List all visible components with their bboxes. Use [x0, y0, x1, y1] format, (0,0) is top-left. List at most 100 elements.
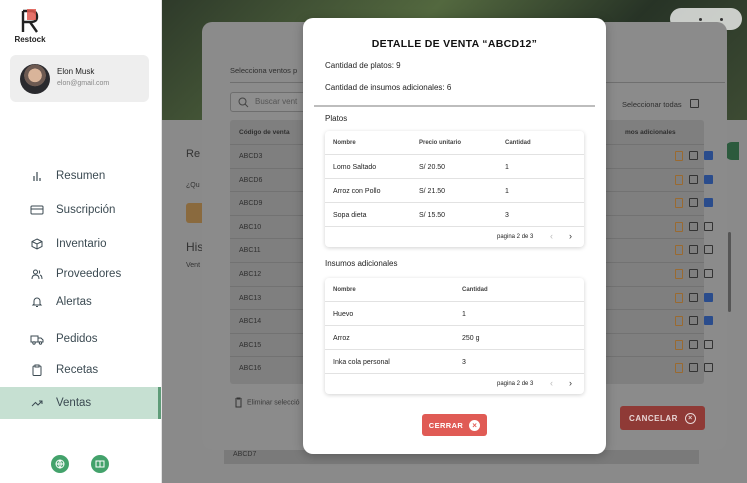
- chevron-right-icon[interactable]: ›: [569, 378, 572, 388]
- document-icon[interactable]: [675, 339, 683, 350]
- row-checkbox[interactable]: [704, 151, 713, 160]
- sidebar-item-suscripcion[interactable]: Suscripción: [0, 199, 161, 221]
- edit-icon[interactable]: [689, 198, 698, 208]
- section-question: ¿Qu: [186, 182, 200, 189]
- row-actions: [675, 151, 713, 161]
- edit-icon[interactable]: [689, 174, 698, 184]
- row-checkbox[interactable]: [704, 245, 713, 255]
- table-row: Huevo 1: [325, 302, 584, 326]
- dish-price: S/ 20.50: [419, 164, 446, 171]
- document-icon[interactable]: [675, 292, 683, 303]
- table-row: Lomo Saltado S/ 20.50 1: [325, 155, 584, 179]
- close-icon: ×: [469, 419, 481, 431]
- row-checkbox[interactable]: [704, 221, 713, 231]
- history-heading: His: [186, 240, 204, 254]
- row-checkbox[interactable]: [704, 339, 713, 349]
- document-icon[interactable]: [675, 221, 683, 232]
- chevron-left-icon[interactable]: ‹: [550, 378, 553, 388]
- sidebar-bottom-actions: [51, 455, 109, 473]
- document-icon[interactable]: [675, 316, 683, 327]
- row-checkbox[interactable]: [704, 269, 713, 278]
- background-button: [186, 203, 202, 223]
- close-circle-icon: ×: [684, 412, 696, 424]
- sale-code: ABC14: [239, 318, 262, 326]
- sale-detail-modal: DETALLE DE VENTA “ABCD12” Cantidad de pl…: [303, 18, 606, 454]
- edit-icon[interactable]: [689, 363, 698, 373]
- page-indicator: pagina 2 de 3: [497, 381, 534, 387]
- sidebar-item-proveedores[interactable]: Proveedores: [0, 263, 161, 285]
- chevron-left-icon[interactable]: ‹: [550, 231, 553, 241]
- sidebar-item-label: Alertas: [56, 296, 92, 308]
- globe-icon[interactable]: [51, 455, 69, 473]
- sale-code: ABC13: [239, 294, 262, 302]
- row-checkbox[interactable]: [704, 292, 713, 302]
- cancel-button[interactable]: CANCELAR ×: [620, 406, 705, 430]
- table-row: Arroz con Pollo S/ 21.50 1: [325, 179, 584, 203]
- row-checkbox[interactable]: [704, 174, 713, 184]
- sidebar-item-resumen[interactable]: Resumen: [0, 165, 161, 187]
- document-icon[interactable]: [675, 198, 683, 209]
- sidebar-item-label: Resumen: [56, 170, 106, 182]
- document-icon[interactable]: [675, 245, 683, 256]
- edit-icon[interactable]: [689, 292, 698, 302]
- document-icon[interactable]: [675, 174, 683, 185]
- row-actions: [675, 221, 713, 232]
- dish-price: S/ 21.50: [419, 188, 446, 195]
- row-checkbox[interactable]: [704, 363, 713, 373]
- edit-icon[interactable]: [689, 339, 698, 349]
- edit-icon[interactable]: [689, 151, 698, 160]
- edit-icon[interactable]: [689, 316, 698, 326]
- sidebar-item-label: Recetas: [56, 364, 99, 376]
- column-header-extras: mos adicionales: [625, 129, 676, 136]
- close-label: CERRAR: [428, 420, 464, 430]
- column-header-code: Código de venta: [239, 129, 290, 136]
- edit-icon[interactable]: [689, 269, 698, 278]
- extra-name: Huevo: [333, 311, 354, 318]
- sale-code: ABC12: [239, 271, 262, 278]
- avatar: [20, 64, 50, 94]
- cancel-label: CANCELAR: [629, 413, 678, 423]
- select-all-checkbox[interactable]: [690, 99, 699, 108]
- row-actions: [675, 269, 713, 279]
- sidebar-item-alertas[interactable]: Alertas: [0, 291, 161, 313]
- sale-code: ABCD6: [239, 176, 263, 184]
- edit-icon[interactable]: [689, 221, 698, 231]
- sidebar-item-label: Ventas: [56, 397, 92, 409]
- column-header-name: Nombre: [333, 287, 356, 293]
- document-icon[interactable]: [675, 269, 683, 279]
- book-icon[interactable]: [91, 455, 109, 473]
- row-checkbox[interactable]: [704, 198, 713, 208]
- document-icon[interactable]: [675, 363, 683, 374]
- sidebar-item-inventario[interactable]: Inventario: [0, 233, 161, 255]
- document-icon[interactable]: [675, 151, 683, 161]
- app-logo[interactable]: Restock: [12, 8, 48, 44]
- extra-qty: 1: [462, 311, 466, 318]
- sidebar-item-ventas[interactable]: Ventas: [0, 387, 161, 419]
- chevron-right-icon[interactable]: ›: [569, 231, 572, 241]
- trash-icon: [235, 397, 242, 408]
- sale-code: ABC16: [239, 365, 262, 373]
- app-name: Restock: [14, 35, 46, 44]
- sidebar-item-recetas[interactable]: Recetas: [0, 359, 161, 381]
- restock-logo-icon: [21, 9, 39, 33]
- scrollbar[interactable]: [728, 232, 731, 312]
- extra-name: Inka cola personal: [333, 359, 390, 366]
- column-header-qty: Cantidad: [462, 287, 488, 293]
- dish-qty: 3: [505, 212, 509, 219]
- credit-card-icon: [30, 203, 44, 217]
- history-subtitle: Vent: [186, 262, 201, 269]
- background-fab: [725, 142, 739, 160]
- delete-selection-button[interactable]: Eliminar selecció: [234, 397, 300, 408]
- user-profile-card[interactable]: Elon Musk elon@gmail.com: [10, 55, 149, 102]
- search-input[interactable]: Buscar vent: [230, 92, 310, 112]
- dish-name: Sopa dieta: [333, 212, 367, 219]
- table-row: Sopa dieta S/ 15.50 3: [325, 203, 584, 227]
- pagination: pagina 2 de 3 ‹ ›: [325, 227, 584, 247]
- sidebar-item-pedidos[interactable]: Pedidos: [0, 328, 161, 350]
- row-checkbox[interactable]: [704, 316, 713, 326]
- close-button[interactable]: CERRAR ×: [422, 414, 487, 436]
- column-header-price: Precio unitario: [419, 140, 462, 146]
- edit-icon[interactable]: [689, 245, 698, 255]
- table-header: Nombre Cantidad: [325, 278, 584, 302]
- row-actions: [675, 174, 713, 185]
